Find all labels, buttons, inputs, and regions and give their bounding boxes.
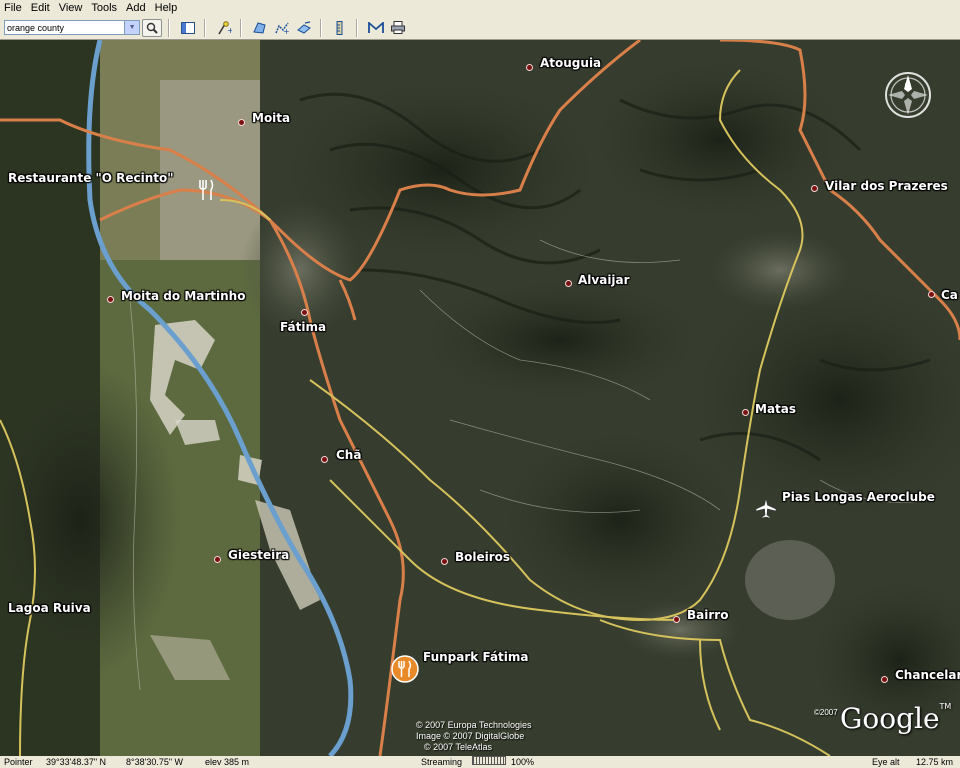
eye-alt-value: 12.75 km [916, 757, 954, 767]
copyright-line: © 2007 TeleAtlas [424, 742, 493, 752]
status-bar: Pointer 39°33'48.37" N 8°38'30.75" W ele… [0, 756, 960, 768]
print-icon [391, 21, 405, 34]
svg-text:N: N [905, 82, 911, 91]
magnifier-icon [146, 22, 158, 34]
place-dot-giesteira[interactable] [214, 556, 221, 563]
place-label-fatima[interactable]: Fátima [280, 320, 326, 334]
toolbar-divider [240, 18, 242, 37]
place-label-atouguia[interactable]: Atouguia [540, 56, 601, 70]
toolbar-divider [168, 18, 170, 37]
chevron-down-icon[interactable]: ▼ [124, 21, 139, 34]
place-label-ca[interactable]: Ca [941, 288, 958, 302]
place-dot-alvaijar[interactable] [565, 280, 572, 287]
google-logo: GoogleTM [840, 702, 951, 735]
svg-text:+: + [227, 26, 232, 35]
placemark-icon: + [218, 20, 232, 35]
place-label-alvaijar[interactable]: Alvaijar [578, 273, 630, 287]
overlay-icon [297, 20, 311, 34]
svg-text:+: + [283, 27, 290, 35]
place-dot-vilar[interactable] [811, 185, 818, 192]
email-button[interactable] [366, 19, 386, 37]
ruler-button[interactable] [330, 19, 350, 37]
place-label-matas[interactable]: Matas [755, 402, 796, 416]
toolbar: ▼ + + [0, 16, 960, 40]
ruler-icon [336, 20, 343, 35]
place-dot-cha[interactable] [321, 456, 328, 463]
search-combobox[interactable]: ▼ [4, 20, 140, 35]
copyright-notice: © 2007 Europa Technologies Image © 2007 … [416, 720, 532, 753]
search-input[interactable] [5, 21, 125, 34]
place-dot-ca[interactable] [928, 291, 935, 298]
place-dot-bairro[interactable] [673, 616, 680, 623]
sidebar-toggle-icon [181, 21, 195, 34]
google-tm: TM [939, 702, 952, 711]
add-overlay-button[interactable] [294, 19, 314, 37]
satellite-imagery: N [0, 40, 960, 756]
place-dot-matas[interactable] [742, 409, 749, 416]
streaming-percent: 100% [511, 757, 535, 767]
add-path-button[interactable]: + [272, 19, 292, 37]
print-button[interactable] [388, 19, 408, 37]
google-copyright-year: ©2007 [814, 708, 838, 717]
sidebar-toggle-button[interactable] [178, 19, 198, 37]
place-dot-moita-martinho[interactable] [107, 296, 114, 303]
place-dot-boleiros[interactable] [441, 558, 448, 565]
menu-view[interactable]: View [55, 0, 88, 16]
add-placemark-button[interactable]: + [214, 19, 234, 37]
menu-help[interactable]: Help [151, 0, 183, 16]
place-label-chancelaria[interactable]: Chancelar [895, 668, 960, 682]
menu-bar: File Edit View Tools Add Help [0, 0, 960, 16]
copyright-line: Image © 2007 DigitalGlobe [416, 731, 525, 741]
pointer-elevation: elev 385 m [205, 757, 250, 767]
place-label-funpark[interactable]: Funpark Fátima [423, 650, 529, 664]
toolbar-divider [320, 18, 322, 37]
toolbar-divider [356, 18, 358, 37]
place-label-lagoa[interactable]: Lagoa Ruiva [8, 601, 91, 615]
place-label-moita[interactable]: Moita [252, 111, 290, 125]
streaming-label: Streaming [421, 757, 463, 767]
copyright-line: © 2007 Europa Technologies [416, 720, 532, 730]
add-polygon-button[interactable] [250, 19, 270, 37]
pointer-longitude: 8°38'30.75" W [126, 757, 184, 767]
menu-file[interactable]: File [0, 0, 27, 16]
place-label-giesteira[interactable]: Giesteira [228, 548, 289, 562]
place-label-boleiros[interactable]: Boleiros [455, 550, 510, 564]
pointer-latitude: 39°33'48.37" N [46, 757, 107, 767]
place-label-cha[interactable]: Chã [336, 448, 361, 462]
place-dot-moita[interactable] [238, 119, 245, 126]
place-dot-atouguia[interactable] [526, 64, 533, 71]
polygon-icon [253, 21, 266, 34]
menu-add[interactable]: Add [122, 0, 151, 16]
email-icon [368, 21, 384, 33]
place-label-restaurante[interactable]: Restaurante "O Recinto" [8, 171, 174, 185]
map-view[interactable]: N Atouguia Moita Restaurante "O Recinto"… [0, 40, 960, 756]
pointer-label: Pointer [4, 757, 33, 767]
menu-tools[interactable]: Tools [87, 0, 122, 16]
menu-edit[interactable]: Edit [27, 0, 55, 16]
google-logo-text: Google [840, 702, 940, 735]
path-icon: + [275, 22, 290, 35]
place-label-moita-martinho[interactable]: Moita do Martinho [121, 289, 245, 303]
toolbar-divider [204, 18, 206, 37]
place-dot-chancelaria[interactable] [881, 676, 888, 683]
place-label-pias[interactable]: Pias Longas Aeroclube [782, 490, 935, 504]
streaming-bar [472, 756, 506, 765]
search-button[interactable] [142, 18, 162, 37]
place-dot-fatima[interactable] [301, 309, 308, 316]
eye-alt-label: Eye alt [872, 757, 900, 767]
place-label-bairro[interactable]: Bairro [687, 608, 728, 622]
place-label-vilar[interactable]: Vilar dos Prazeres [825, 179, 948, 193]
